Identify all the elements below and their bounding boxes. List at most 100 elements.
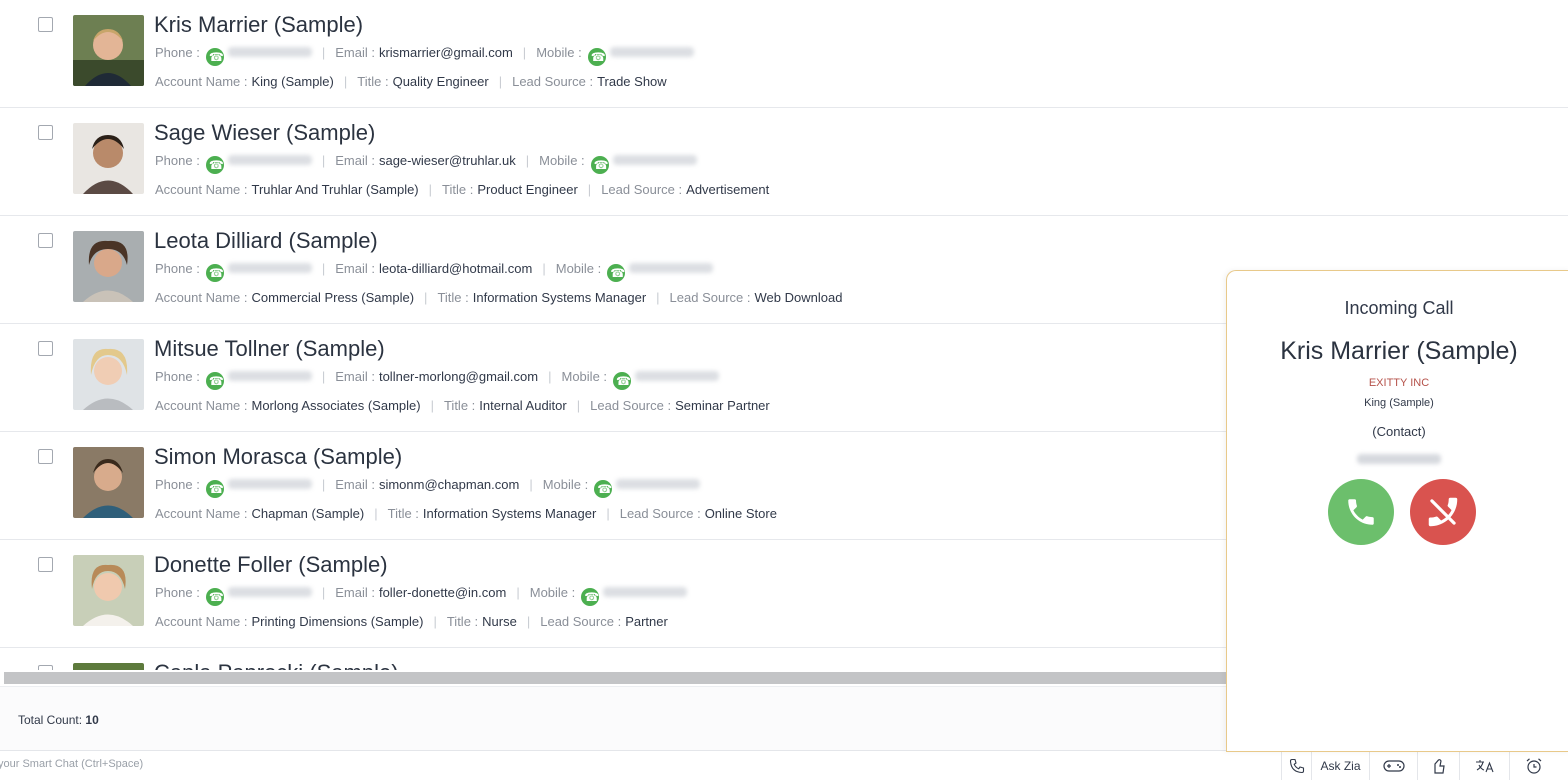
email-value[interactable]: krismarrier@gmail.com: [379, 45, 513, 60]
account-value[interactable]: Truhlar And Truhlar (Sample): [252, 182, 419, 197]
avatar[interactable]: [73, 339, 144, 410]
call-mobile-icon[interactable]: [613, 372, 632, 390]
account-label: Account Name: [155, 181, 241, 197]
call-phone-icon[interactable]: [205, 372, 224, 390]
title-value: Quality Engineer: [392, 73, 489, 89]
lead-source-value: Advertisement: [686, 181, 770, 197]
feedback-icon[interactable]: [1417, 752, 1459, 780]
phone-value-blurred: [227, 479, 312, 489]
row-checkbox[interactable]: [38, 449, 53, 464]
avatar[interactable]: [73, 123, 144, 194]
mobile-label: Mobile: [561, 368, 600, 384]
contact-name[interactable]: Capla Paprocki (Sample): [154, 660, 399, 670]
phone-icon: [1348, 499, 1374, 525]
lead-source-value: Seminar Partner: [675, 397, 770, 413]
call-mobile-icon[interactable]: [607, 264, 626, 282]
table-row[interactable]: Sage Wieser (Sample) Phone : | Email : s…: [0, 108, 1568, 216]
reject-call-button[interactable]: [1410, 479, 1476, 545]
caller-type: (Contact): [1372, 424, 1426, 439]
mobile-value-blurred: [635, 371, 720, 381]
caller-number-blurred: [1357, 454, 1441, 464]
phone-label: Phone: [155, 476, 193, 492]
call-phone-icon[interactable]: [205, 156, 224, 174]
avatar[interactable]: [73, 555, 144, 626]
title-label: Title: [357, 73, 382, 89]
title-value: Information Systems Manager: [472, 289, 647, 305]
call-mobile-icon[interactable]: [594, 480, 613, 498]
avatar[interactable]: [73, 231, 144, 302]
email-label: Email: [335, 260, 368, 276]
phone-value-blurred: [227, 155, 312, 165]
translate-icon[interactable]: [1459, 752, 1509, 780]
lead-source-label: Lead Source: [669, 289, 744, 305]
account-value[interactable]: Commercial Press (Sample): [252, 290, 415, 305]
contact-name[interactable]: Leota Dilliard (Sample): [154, 228, 378, 254]
contact-name[interactable]: Sage Wieser (Sample): [154, 120, 375, 146]
alarm-clock-icon[interactable]: [1509, 752, 1557, 780]
mobile-value-blurred: [603, 587, 688, 597]
call-phone-icon[interactable]: [205, 588, 224, 606]
account-label: Account Name: [155, 613, 241, 629]
row-checkbox[interactable]: [38, 125, 53, 140]
email-value[interactable]: simonm@chapman.com: [379, 477, 519, 492]
call-mobile-icon[interactable]: [590, 156, 609, 174]
contact-name[interactable]: Simon Morasca (Sample): [154, 444, 402, 470]
title-label: Title: [437, 289, 462, 305]
title-label: Title: [446, 613, 471, 629]
title-label: Title: [443, 397, 469, 413]
phone-icon[interactable]: [1281, 752, 1311, 780]
lead-source-label: Lead Source: [601, 181, 675, 197]
account-value[interactable]: Chapman (Sample): [252, 506, 365, 521]
account-value[interactable]: Printing Dimensions (Sample): [252, 614, 424, 629]
account-label: Account Name: [155, 73, 241, 89]
phone-value-blurred: [227, 371, 312, 381]
caller-account: King (Sample): [1364, 397, 1434, 409]
caller-company: EXITTY INC: [1368, 377, 1430, 389]
avatar[interactable]: [73, 15, 144, 86]
row-checkbox[interactable]: [38, 557, 53, 572]
call-phone-icon[interactable]: [205, 48, 224, 66]
email-label: Email: [335, 44, 368, 60]
title-value: Product Engineer: [477, 181, 578, 197]
account-value[interactable]: King (Sample): [252, 74, 334, 89]
mobile-label: Mobile: [555, 260, 595, 276]
call-phone-icon[interactable]: [205, 264, 224, 282]
title-label: Title: [387, 505, 412, 521]
contact-name[interactable]: Donette Foller (Sample): [154, 552, 388, 578]
gamepad-icon[interactable]: [1369, 752, 1417, 780]
smart-chat-input[interactable]: your Smart Chat (Ctrl+Space): [0, 758, 143, 770]
call-phone-icon[interactable]: [205, 480, 224, 498]
mobile-label: Mobile: [536, 44, 575, 60]
contact-name[interactable]: Kris Marrier (Sample): [154, 12, 363, 38]
email-value[interactable]: foller-donette@in.com: [379, 585, 506, 600]
total-count-label: Total Count:: [18, 713, 83, 727]
accept-call-button[interactable]: [1328, 479, 1394, 545]
contact-name[interactable]: Mitsue Tollner (Sample): [154, 336, 385, 362]
lead-source-label: Lead Source: [619, 505, 694, 521]
incoming-call-panel: Incoming Call Kris Marrier (Sample) EXIT…: [1226, 270, 1568, 752]
email-value[interactable]: leota-dilliard@hotmail.com: [379, 261, 532, 276]
table-row[interactable]: Kris Marrier (Sample) Phone : | Email : …: [0, 0, 1568, 108]
email-label: Email: [335, 584, 368, 600]
lead-source-label: Lead Source: [512, 73, 586, 89]
phone-label: Phone: [155, 584, 193, 600]
call-mobile-icon[interactable]: [587, 48, 606, 66]
email-value[interactable]: tollner-morlong@gmail.com: [379, 369, 538, 384]
row-checkbox[interactable]: [38, 233, 53, 248]
avatar[interactable]: [73, 663, 144, 670]
caller-name[interactable]: Kris Marrier (Sample): [1227, 337, 1568, 366]
avatar[interactable]: [73, 447, 144, 518]
call-mobile-icon[interactable]: [581, 588, 600, 606]
email-label: Email: [335, 368, 368, 384]
row-checkbox[interactable]: [38, 341, 53, 356]
phone-label: Phone: [155, 260, 193, 276]
account-value[interactable]: Morlong Associates (Sample): [252, 398, 421, 413]
ask-zia-button[interactable]: Ask Zia: [1311, 752, 1369, 780]
lead-source-label: Lead Source: [590, 397, 664, 413]
mobile-value-blurred: [612, 155, 697, 165]
row-checkbox[interactable]: [38, 17, 53, 32]
row-checkbox[interactable]: [38, 665, 53, 670]
lead-source-value: Trade Show: [597, 73, 667, 89]
horizontal-scrollbar[interactable]: [4, 672, 1226, 684]
email-value[interactable]: sage-wieser@truhlar.uk: [379, 153, 516, 168]
